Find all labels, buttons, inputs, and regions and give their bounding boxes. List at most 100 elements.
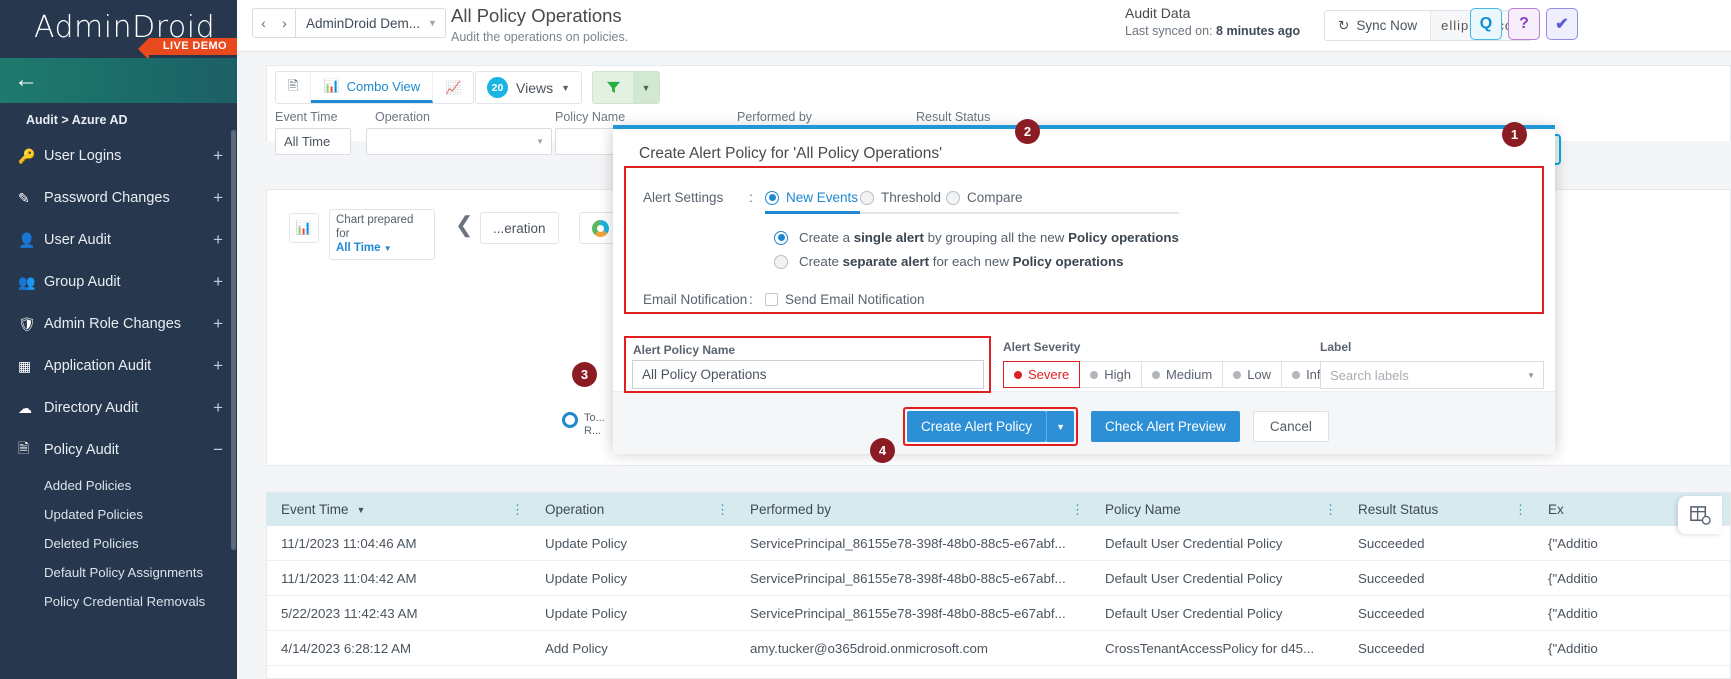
chevron-down-icon[interactable]: ▼: [357, 505, 366, 515]
severity-option-high[interactable]: High: [1080, 361, 1142, 388]
tab-list-view[interactable]: 🖹: [276, 72, 311, 103]
sidebar-item-user-audit[interactable]: 👤 User Audit +: [0, 219, 237, 261]
donut-chart-legend-icon: [562, 412, 578, 428]
table-row[interactable]: 11/1/2023 11:04:46 AM Update Policy Serv…: [267, 526, 1730, 561]
alert-severity-group: Alert Severity Severe High Medium Low In…: [1003, 340, 1339, 388]
create-alert-policy-caret[interactable]: ▼: [1046, 411, 1074, 442]
table-row[interactable]: 5/22/2023 11:42:43 AM Update Policy Serv…: [267, 596, 1730, 631]
column-header-event-time[interactable]: Event Time ▼ ⋮: [267, 493, 531, 526]
column-header-performed-by[interactable]: Performed by ⋮: [736, 493, 1091, 526]
expander-icon[interactable]: +: [213, 314, 223, 334]
severity-dot-icon: [1233, 371, 1241, 379]
back-bar[interactable]: ←: [0, 58, 237, 103]
sidebar-scrollbar[interactable]: [231, 130, 236, 550]
chart-tab-operation[interactable]: ...eration: [480, 212, 559, 244]
radio-compare[interactable]: Compare: [946, 190, 1023, 205]
severity-dot-icon: [1292, 371, 1300, 379]
sidebar-item-user-logins[interactable]: 🔑 User Logins +: [0, 135, 237, 177]
sidebar-item-policy-audit[interactable]: 🗎 Policy Audit −: [0, 429, 237, 471]
chevron-down-icon[interactable]: ▼: [1527, 371, 1535, 380]
tenant-select[interactable]: AdminDroid Dem... ▼: [295, 9, 445, 37]
sidebar-item-label: Password Changes: [44, 190, 213, 206]
expander-icon[interactable]: +: [213, 146, 223, 166]
checkbox-send-email-notification[interactable]: Send Email Notification: [765, 292, 925, 307]
tab-chart-view[interactable]: 📈: [433, 72, 473, 103]
chevron-left-icon[interactable]: ‹: [253, 9, 274, 37]
expander-icon[interactable]: +: [213, 230, 223, 250]
table-row[interactable]: 4/14/2023 6:28:12 AM Add Policy amy.tuck…: [267, 631, 1730, 666]
severity-label: Medium: [1166, 367, 1212, 382]
sidebar-subitem-updated-policies[interactable]: Updated Policies: [0, 500, 237, 529]
radio-separate-alert[interactable]: Create separate alert for each new Polic…: [774, 254, 1123, 269]
filter-button[interactable]: ▼: [592, 71, 660, 104]
filter-dropdown-caret[interactable]: ▼: [633, 72, 659, 103]
separate-alert-mid: for each new: [929, 254, 1013, 269]
checklist-icon[interactable]: ✔: [1546, 8, 1578, 40]
bar-chart-icon[interactable]: 📊: [289, 213, 319, 243]
table-row[interactable]: 11/1/2023 11:04:42 AM Update Policy Serv…: [267, 561, 1730, 596]
legend-line-1: To...: [584, 412, 605, 425]
search-icon[interactable]: Q: [1470, 8, 1502, 40]
severity-option-medium[interactable]: Medium: [1142, 361, 1223, 388]
tab-combo-view[interactable]: 📊 Combo View: [311, 72, 433, 103]
sidebar-item-group-audit[interactable]: 👥 Group Audit +: [0, 261, 237, 303]
column-menu-icon[interactable]: ⋮: [1071, 505, 1084, 514]
sidebar-item-directory-audit[interactable]: ☁ Directory Audit +: [0, 387, 237, 429]
column-header-operation[interactable]: Operation ⋮: [531, 493, 736, 526]
grid-settings-icon[interactable]: [1678, 496, 1722, 534]
chevron-left-icon[interactable]: ❮: [455, 212, 473, 238]
expander-icon[interactable]: +: [213, 188, 223, 208]
filter-event-time-input[interactable]: All Time: [275, 128, 351, 155]
sidebar-item-application-audit[interactable]: ▦ Application Audit +: [0, 345, 237, 387]
severity-option-severe[interactable]: Severe: [1003, 361, 1080, 388]
page-subtitle: Audit the operations on policies.: [451, 30, 628, 44]
column-header-policy-name[interactable]: Policy Name ⋮: [1091, 493, 1344, 526]
sidebar-subitem-label: Default Policy Assignments: [44, 565, 203, 580]
alert-policy-name-label: Alert Policy Name: [633, 343, 735, 357]
severity-option-low[interactable]: Low: [1223, 361, 1282, 388]
chevron-down-icon: ▼: [384, 244, 392, 253]
expander-icon[interactable]: +: [213, 272, 223, 292]
sidebar-item-admin-role-changes[interactable]: 🛡 Admin Role Changes +: [0, 303, 237, 345]
cancel-button[interactable]: Cancel: [1253, 411, 1329, 442]
funnel-icon[interactable]: [593, 72, 633, 103]
sidebar-subitem-label: Policy Credential Removals: [44, 594, 205, 609]
views-label: Views: [516, 80, 553, 96]
radio-threshold[interactable]: Threshold: [860, 190, 941, 205]
chevron-right-icon[interactable]: ›: [274, 9, 295, 37]
cell-policy-name: Default User Credential Policy: [1091, 526, 1344, 560]
sidebar-subitem-default-policy-assignments[interactable]: Default Policy Assignments: [0, 558, 237, 587]
column-header-extra[interactable]: Ex: [1534, 493, 1694, 526]
views-button[interactable]: 20 Views ▼: [475, 71, 582, 104]
pencil-icon: ✎: [18, 190, 44, 207]
filter-operation-select[interactable]: ▼: [366, 128, 552, 155]
sidebar-subitem-added-policies[interactable]: Added Policies: [0, 471, 237, 500]
document-icon: 🖹: [288, 77, 298, 99]
expander-icon[interactable]: +: [213, 356, 223, 376]
help-icon[interactable]: ?: [1508, 8, 1540, 40]
sidebar-item-password-changes[interactable]: ✎ Password Changes +: [0, 177, 237, 219]
cell-operation: Update Policy: [531, 561, 736, 595]
radio-new-events[interactable]: New Events: [765, 190, 858, 205]
column-menu-icon[interactable]: ⋮: [1514, 505, 1527, 514]
label-search-input[interactable]: Search labels ▼: [1320, 361, 1544, 389]
radio-single-alert[interactable]: Create a single alert by grouping all th…: [774, 230, 1179, 245]
severity-dot-icon: [1014, 371, 1022, 379]
expander-icon[interactable]: +: [213, 398, 223, 418]
alert-policy-name-input[interactable]: All Policy Operations: [632, 360, 984, 389]
chart-prepared-for[interactable]: Chart prepared for All Time ▼: [329, 209, 435, 260]
sidebar-subitem-policy-credential-removals[interactable]: Policy Credential Removals: [0, 587, 237, 616]
arrow-left-icon[interactable]: ←: [14, 65, 38, 95]
chart-prepared-value[interactable]: All Time: [336, 242, 381, 254]
column-menu-icon[interactable]: ⋮: [716, 505, 729, 514]
column-header-result-status[interactable]: Result Status ⋮: [1344, 493, 1534, 526]
column-menu-icon[interactable]: ⋮: [1324, 505, 1337, 514]
create-alert-policy-button[interactable]: Create Alert Policy: [907, 411, 1046, 442]
column-menu-icon[interactable]: ⋮: [511, 505, 524, 514]
audit-data-info: Audit Data Last synced on: 8 minutes ago: [1125, 5, 1300, 38]
sync-now-button[interactable]: ↻ Sync Now: [1325, 11, 1430, 40]
sidebar-subitem-deleted-policies[interactable]: Deleted Policies: [0, 529, 237, 558]
check-alert-preview-button[interactable]: Check Alert Preview: [1091, 411, 1240, 442]
tenant-switcher[interactable]: ‹ › AdminDroid Dem... ▼: [252, 8, 446, 38]
collapse-icon[interactable]: −: [213, 440, 223, 460]
